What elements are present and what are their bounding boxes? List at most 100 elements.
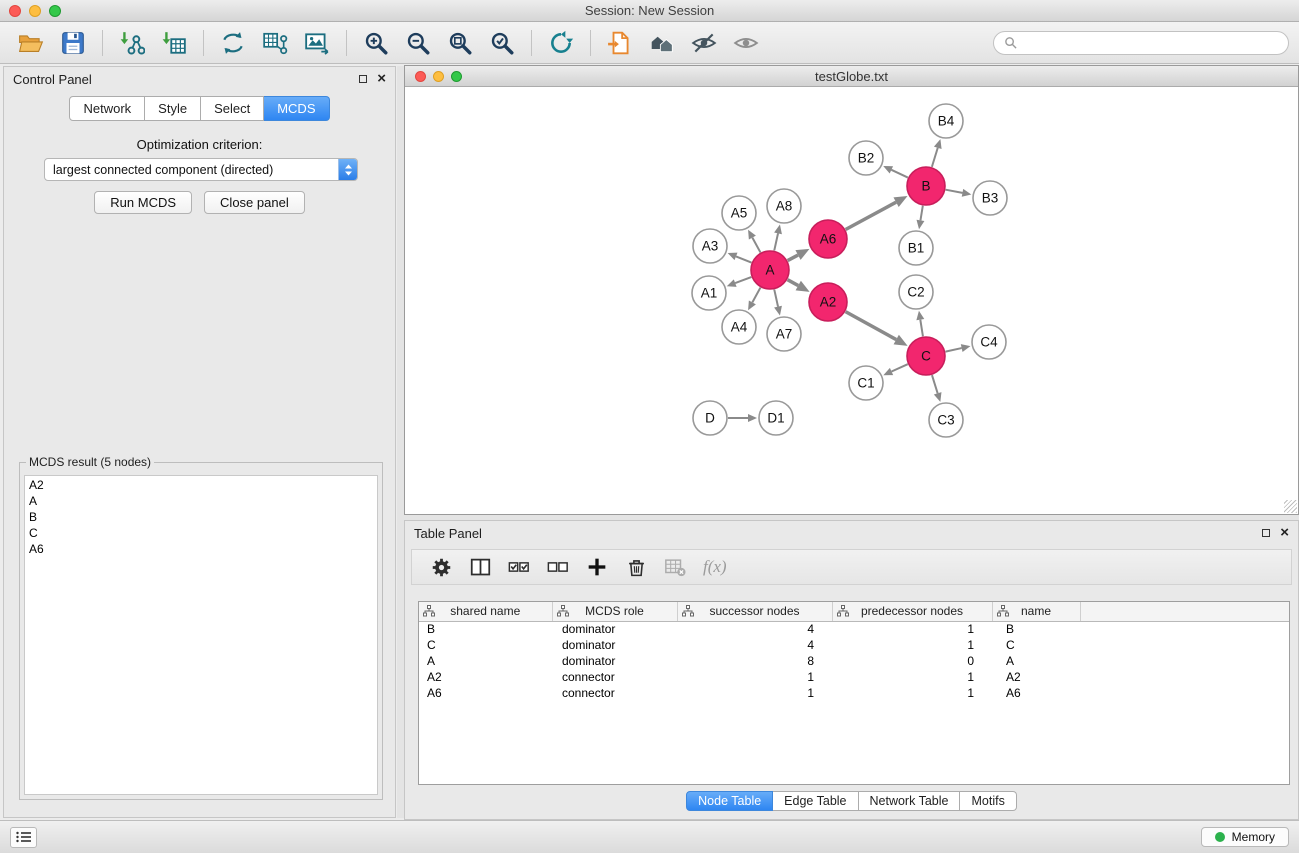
graph-node-C4[interactable]: C4: [972, 325, 1006, 359]
zoom-out-button[interactable]: [397, 25, 439, 61]
delete-column-button[interactable]: [621, 552, 651, 582]
mcds-result-item[interactable]: C: [29, 525, 373, 541]
graph-node-A[interactable]: A: [751, 251, 789, 289]
graph-edge[interactable]: [920, 320, 923, 337]
graph-node-A4[interactable]: A4: [722, 310, 756, 344]
graph-node-A1[interactable]: A1: [692, 276, 726, 310]
graph-node-A2[interactable]: A2: [809, 283, 847, 321]
table-settings-button[interactable]: [426, 552, 456, 582]
graph-node-B3[interactable]: B3: [973, 181, 1007, 215]
memory-button[interactable]: Memory: [1201, 827, 1289, 847]
close-network-window-button[interactable]: [415, 71, 426, 82]
float-table-panel-icon[interactable]: [1262, 529, 1270, 537]
task-history-button[interactable]: [10, 827, 37, 848]
graph-edge[interactable]: [932, 375, 938, 393]
zoom-in-button[interactable]: [355, 25, 397, 61]
graph-node-C[interactable]: C: [907, 337, 945, 375]
graph-node-A6[interactable]: A6: [809, 220, 847, 258]
save-session-button[interactable]: [52, 25, 94, 61]
tab-network-table[interactable]: Network Table: [859, 791, 961, 811]
zoom-selected-button[interactable]: [481, 25, 523, 61]
graph-edge[interactable]: [946, 348, 962, 352]
minimize-window-button[interactable]: [29, 5, 41, 17]
network-from-table-button[interactable]: [254, 25, 296, 61]
show-columns-button[interactable]: [465, 552, 495, 582]
tab-node-table[interactable]: Node Table: [686, 791, 773, 811]
tab-network[interactable]: Network: [69, 96, 145, 121]
network-canvas[interactable]: A A1 A2 A3 A4 A5 A6 A7 A8 B B1 B2 B3 B4 C C1 C2 C3 C4 D D1: [405, 87, 1298, 514]
select-all-columns-button[interactable]: [504, 552, 534, 582]
graph-node-D[interactable]: D: [693, 401, 727, 435]
column-header-name[interactable]: name: [992, 602, 1080, 621]
graph-edge[interactable]: [788, 255, 798, 261]
graph-node-B4[interactable]: B4: [929, 104, 963, 138]
column-header-successor-nodes[interactable]: successor nodes: [677, 602, 832, 621]
table-row[interactable]: Adominator80A: [419, 653, 1289, 669]
graph-node-C1[interactable]: C1: [849, 366, 883, 400]
tab-select[interactable]: Select: [201, 96, 264, 121]
criterion-dropdown[interactable]: largest connected component (directed): [44, 158, 358, 181]
graph-edge[interactable]: [752, 238, 760, 253]
graph-edge[interactable]: [932, 148, 938, 167]
graph-node-C3[interactable]: C3: [929, 403, 963, 437]
mcds-result-item[interactable]: A6: [29, 541, 373, 557]
mcds-result-item[interactable]: A2: [29, 477, 373, 493]
export-image-button[interactable]: [296, 25, 338, 61]
graph-node-A3[interactable]: A3: [693, 229, 727, 263]
float-panel-icon[interactable]: [359, 75, 367, 83]
graph-node-B[interactable]: B: [907, 167, 945, 205]
graph-edge[interactable]: [892, 364, 908, 371]
graph-node-C2[interactable]: C2: [899, 275, 933, 309]
add-column-button[interactable]: [582, 552, 612, 582]
column-header-shared-name[interactable]: shared name: [419, 602, 552, 621]
tab-motifs[interactable]: Motifs: [960, 791, 1016, 811]
show-details-button[interactable]: [725, 25, 767, 61]
graph-edge[interactable]: [846, 312, 897, 340]
search-field[interactable]: [993, 31, 1289, 55]
column-header-mcds-role[interactable]: MCDS role: [552, 602, 677, 621]
close-window-button[interactable]: [9, 5, 21, 17]
table-row[interactable]: Bdominator41B: [419, 621, 1289, 637]
graph-node-D1[interactable]: D1: [759, 401, 793, 435]
minimize-network-window-button[interactable]: [433, 71, 444, 82]
home-button[interactable]: [641, 25, 683, 61]
mcds-result-item[interactable]: B: [29, 509, 373, 525]
delete-table-button[interactable]: [660, 552, 690, 582]
import-table-button[interactable]: [153, 25, 195, 61]
search-input[interactable]: [1023, 35, 1278, 50]
zoom-fit-button[interactable]: [439, 25, 481, 61]
open-session-button[interactable]: [10, 25, 52, 61]
graph-edge[interactable]: [735, 277, 751, 283]
graph-edge[interactable]: [774, 290, 778, 307]
refresh-layout-button[interactable]: [540, 25, 582, 61]
close-table-panel-icon[interactable]: ×: [1280, 527, 1289, 539]
zoom-window-button[interactable]: [49, 5, 61, 17]
graph-node-A8[interactable]: A8: [767, 189, 801, 223]
tab-style[interactable]: Style: [145, 96, 201, 121]
zoom-network-window-button[interactable]: [451, 71, 462, 82]
graph-node-B2[interactable]: B2: [849, 141, 883, 175]
graph-node-B1[interactable]: B1: [899, 231, 933, 265]
clone-network-button[interactable]: [212, 25, 254, 61]
resize-grip[interactable]: [1284, 500, 1297, 513]
graph-edge[interactable]: [846, 202, 897, 229]
graph-edge[interactable]: [736, 256, 751, 262]
close-panel-button[interactable]: Close panel: [204, 191, 305, 214]
vertical-splitter[interactable]: [397, 66, 404, 818]
graph-node-A5[interactable]: A5: [722, 196, 756, 230]
import-network-button[interactable]: [111, 25, 153, 61]
hide-details-button[interactable]: [683, 25, 725, 61]
table-row[interactable]: Cdominator41C: [419, 637, 1289, 653]
run-mcds-button[interactable]: Run MCDS: [94, 191, 192, 214]
tab-edge-table[interactable]: Edge Table: [773, 791, 858, 811]
graph-edge[interactable]: [946, 190, 963, 193]
mcds-result-item[interactable]: A: [29, 493, 373, 509]
graph-edge[interactable]: [774, 233, 778, 250]
mcds-result-list[interactable]: A2ABCA6: [24, 475, 378, 795]
graph-node-A7[interactable]: A7: [767, 317, 801, 351]
table-row[interactable]: A2connector11A2: [419, 669, 1289, 685]
tab-mcds[interactable]: MCDS: [264, 96, 329, 121]
deselect-all-columns-button[interactable]: [543, 552, 573, 582]
function-builder-button[interactable]: f(x): [703, 557, 727, 577]
graph-edge[interactable]: [788, 280, 799, 286]
